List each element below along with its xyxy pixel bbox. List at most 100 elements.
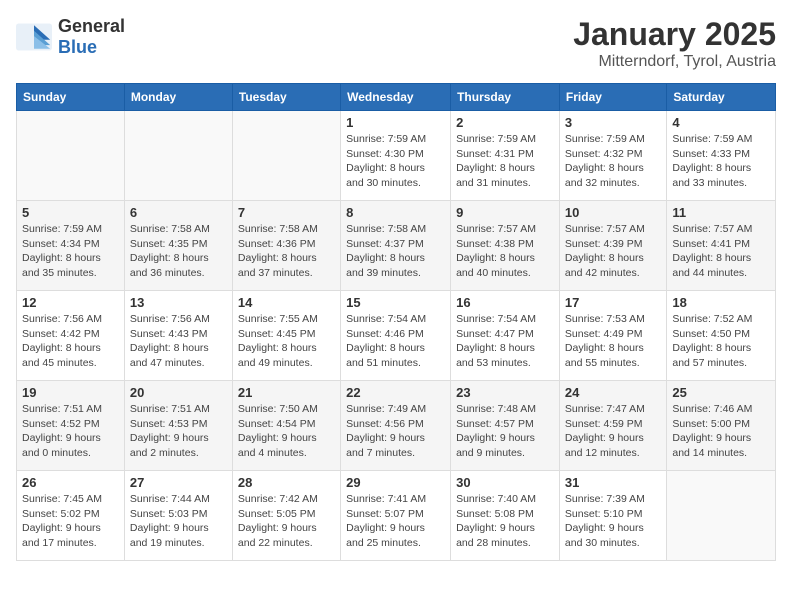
day-info: Sunrise: 7:51 AM Sunset: 4:53 PM Dayligh… bbox=[130, 402, 227, 461]
calendar-cell-w1-d1 bbox=[17, 111, 125, 201]
day-info: Sunrise: 7:59 AM Sunset: 4:31 PM Dayligh… bbox=[456, 132, 554, 191]
day-number: 8 bbox=[346, 205, 445, 220]
calendar-cell-w3-d4: 15Sunrise: 7:54 AM Sunset: 4:46 PM Dayli… bbox=[341, 291, 451, 381]
calendar-cell-w5-d1: 26 Sunrise: 7:45 AM Sunset: 5:02 PM Dayli… bbox=[17, 471, 125, 561]
calendar-cell-w1-d4: 1Sunrise: 7:59 AM Sunset: 4:30 PM Daylig… bbox=[341, 111, 451, 201]
day-number: 13 bbox=[130, 295, 227, 310]
day-number: 14 bbox=[238, 295, 335, 310]
day-info: Sunrise: 7:55 AM Sunset: 4:45 PM Dayligh… bbox=[238, 312, 335, 371]
logo-general: General bbox=[58, 16, 125, 36]
weekday-header-saturday: Saturday bbox=[667, 84, 776, 111]
title-area: January 2025 Mitterndorf, Tyrol, Austria bbox=[573, 16, 776, 71]
weekday-header-friday: Friday bbox=[559, 84, 666, 111]
calendar-cell-w3-d1: 12 Sunrise: 7:56 AM Sunset: 4:42 PM Dayli… bbox=[17, 291, 125, 381]
day-number: 10 bbox=[565, 205, 661, 220]
logo-icon bbox=[16, 23, 52, 51]
day-info: Sunrise: 7:56 AM Sunset: 4:42 PM Dayligh… bbox=[22, 312, 119, 371]
week-row-3: 12 Sunrise: 7:56 AM Sunset: 4:42 PM Dayli… bbox=[17, 291, 776, 381]
calendar-cell-w2-d5: 9 Sunrise: 7:57 AM Sunset: 4:38 PM Daylig… bbox=[451, 201, 560, 291]
weekday-header-thursday: Thursday bbox=[451, 84, 560, 111]
calendar-cell-w3-d6: 17 Sunrise: 7:53 AM Sunset: 4:49 PM Dayli… bbox=[559, 291, 666, 381]
day-number: 6 bbox=[130, 205, 227, 220]
day-number: 21 bbox=[238, 385, 335, 400]
day-number: 29 bbox=[346, 475, 445, 490]
location: Mitterndorf, Tyrol, Austria bbox=[573, 53, 776, 71]
day-info: Sunrise: 7:49 AM Sunset: 4:56 PM Dayligh… bbox=[346, 402, 445, 461]
day-number: 31 bbox=[565, 475, 661, 490]
calendar-cell-w2-d4: 8Sunrise: 7:58 AM Sunset: 4:37 PM Daylig… bbox=[341, 201, 451, 291]
calendar-cell-w4-d6: 24 Sunrise: 7:47 AM Sunset: 4:59 PM Dayli… bbox=[559, 381, 666, 471]
week-row-2: 5 Sunrise: 7:59 AM Sunset: 4:34 PM Daylig… bbox=[17, 201, 776, 291]
day-info: Sunrise: 7:59 AM Sunset: 4:32 PM Dayligh… bbox=[565, 132, 661, 191]
logo-text: General Blue bbox=[58, 16, 125, 58]
calendar-cell-w5-d7 bbox=[667, 471, 776, 561]
calendar-cell-w4-d7: 25Sunrise: 7:46 AM Sunset: 5:00 PM Dayli… bbox=[667, 381, 776, 471]
calendar-cell-w4-d3: 21 Sunrise: 7:50 AM Sunset: 4:54 PM Dayli… bbox=[232, 381, 340, 471]
logo-blue: Blue bbox=[58, 37, 97, 57]
day-info: Sunrise: 7:59 AM Sunset: 4:33 PM Dayligh… bbox=[672, 132, 770, 191]
day-info: Sunrise: 7:45 AM Sunset: 5:02 PM Dayligh… bbox=[22, 492, 119, 551]
day-number: 15 bbox=[346, 295, 445, 310]
day-number: 11 bbox=[672, 205, 770, 220]
calendar-cell-w5-d6: 31 Sunrise: 7:39 AM Sunset: 5:10 PM Dayli… bbox=[559, 471, 666, 561]
calendar-cell-w3-d5: 16 Sunrise: 7:54 AM Sunset: 4:47 PM Dayli… bbox=[451, 291, 560, 381]
calendar-cell-w1-d3 bbox=[232, 111, 340, 201]
day-info: Sunrise: 7:48 AM Sunset: 4:57 PM Dayligh… bbox=[456, 402, 554, 461]
calendar-cell-w1-d6: 3Sunrise: 7:59 AM Sunset: 4:32 PM Daylig… bbox=[559, 111, 666, 201]
day-number: 18 bbox=[672, 295, 770, 310]
day-info: Sunrise: 7:52 AM Sunset: 4:50 PM Dayligh… bbox=[672, 312, 770, 371]
day-number: 5 bbox=[22, 205, 119, 220]
calendar: SundayMondayTuesdayWednesdayThursdayFrid… bbox=[16, 83, 776, 561]
day-number: 30 bbox=[456, 475, 554, 490]
day-info: Sunrise: 7:39 AM Sunset: 5:10 PM Dayligh… bbox=[565, 492, 661, 551]
day-number: 24 bbox=[565, 385, 661, 400]
day-number: 9 bbox=[456, 205, 554, 220]
page-header: General Blue January 2025 Mitterndorf, T… bbox=[16, 16, 776, 71]
calendar-cell-w3-d3: 14 Sunrise: 7:55 AM Sunset: 4:45 PM Dayli… bbox=[232, 291, 340, 381]
day-number: 16 bbox=[456, 295, 554, 310]
calendar-cell-w1-d7: 4 Sunrise: 7:59 AM Sunset: 4:33 PM Daylig… bbox=[667, 111, 776, 201]
day-info: Sunrise: 7:53 AM Sunset: 4:49 PM Dayligh… bbox=[565, 312, 661, 371]
day-number: 22 bbox=[346, 385, 445, 400]
day-number: 26 bbox=[22, 475, 119, 490]
calendar-cell-w2-d3: 7Sunrise: 7:58 AM Sunset: 4:36 PM Daylig… bbox=[232, 201, 340, 291]
day-number: 27 bbox=[130, 475, 227, 490]
day-number: 17 bbox=[565, 295, 661, 310]
day-info: Sunrise: 7:50 AM Sunset: 4:54 PM Dayligh… bbox=[238, 402, 335, 461]
calendar-cell-w5-d2: 27 Sunrise: 7:44 AM Sunset: 5:03 PM Dayli… bbox=[124, 471, 232, 561]
day-number: 12 bbox=[22, 295, 119, 310]
day-info: Sunrise: 7:44 AM Sunset: 5:03 PM Dayligh… bbox=[130, 492, 227, 551]
calendar-cell-w4-d4: 22 Sunrise: 7:49 AM Sunset: 4:56 PM Dayli… bbox=[341, 381, 451, 471]
calendar-cell-w1-d2 bbox=[124, 111, 232, 201]
day-info: Sunrise: 7:54 AM Sunset: 4:47 PM Dayligh… bbox=[456, 312, 554, 371]
day-info: Sunrise: 7:57 AM Sunset: 4:38 PM Dayligh… bbox=[456, 222, 554, 281]
weekday-header-tuesday: Tuesday bbox=[232, 84, 340, 111]
day-info: Sunrise: 7:58 AM Sunset: 4:35 PM Dayligh… bbox=[130, 222, 227, 281]
calendar-cell-w4-d5: 23 Sunrise: 7:48 AM Sunset: 4:57 PM Dayli… bbox=[451, 381, 560, 471]
day-info: Sunrise: 7:58 AM Sunset: 4:36 PM Dayligh… bbox=[238, 222, 335, 281]
day-number: 28 bbox=[238, 475, 335, 490]
calendar-cell-w2-d7: 11Sunrise: 7:57 AM Sunset: 4:41 PM Dayli… bbox=[667, 201, 776, 291]
month-year: January 2025 bbox=[573, 16, 776, 53]
day-info: Sunrise: 7:51 AM Sunset: 4:52 PM Dayligh… bbox=[22, 402, 119, 461]
day-info: Sunrise: 7:59 AM Sunset: 4:34 PM Dayligh… bbox=[22, 222, 119, 281]
week-row-4: 19Sunrise: 7:51 AM Sunset: 4:52 PM Dayli… bbox=[17, 381, 776, 471]
day-info: Sunrise: 7:57 AM Sunset: 4:39 PM Dayligh… bbox=[565, 222, 661, 281]
day-number: 4 bbox=[672, 115, 770, 130]
calendar-cell-w5-d5: 30Sunrise: 7:40 AM Sunset: 5:08 PM Dayli… bbox=[451, 471, 560, 561]
day-number: 25 bbox=[672, 385, 770, 400]
day-number: 20 bbox=[130, 385, 227, 400]
day-number: 23 bbox=[456, 385, 554, 400]
calendar-cell-w4-d2: 20 Sunrise: 7:51 AM Sunset: 4:53 PM Dayli… bbox=[124, 381, 232, 471]
calendar-cell-w2-d2: 6 Sunrise: 7:58 AM Sunset: 4:35 PM Daylig… bbox=[124, 201, 232, 291]
weekday-header-sunday: Sunday bbox=[17, 84, 125, 111]
calendar-cell-w3-d2: 13Sunrise: 7:56 AM Sunset: 4:43 PM Dayli… bbox=[124, 291, 232, 381]
day-number: 2 bbox=[456, 115, 554, 130]
calendar-cell-w2-d1: 5 Sunrise: 7:59 AM Sunset: 4:34 PM Daylig… bbox=[17, 201, 125, 291]
calendar-cell-w3-d7: 18 Sunrise: 7:52 AM Sunset: 4:50 PM Dayli… bbox=[667, 291, 776, 381]
calendar-cell-w1-d5: 2 Sunrise: 7:59 AM Sunset: 4:31 PM Daylig… bbox=[451, 111, 560, 201]
calendar-cell-w2-d6: 10 Sunrise: 7:57 AM Sunset: 4:39 PM Dayli… bbox=[559, 201, 666, 291]
day-number: 1 bbox=[346, 115, 445, 130]
day-info: Sunrise: 7:47 AM Sunset: 4:59 PM Dayligh… bbox=[565, 402, 661, 461]
weekday-header-row: SundayMondayTuesdayWednesdayThursdayFrid… bbox=[17, 84, 776, 111]
